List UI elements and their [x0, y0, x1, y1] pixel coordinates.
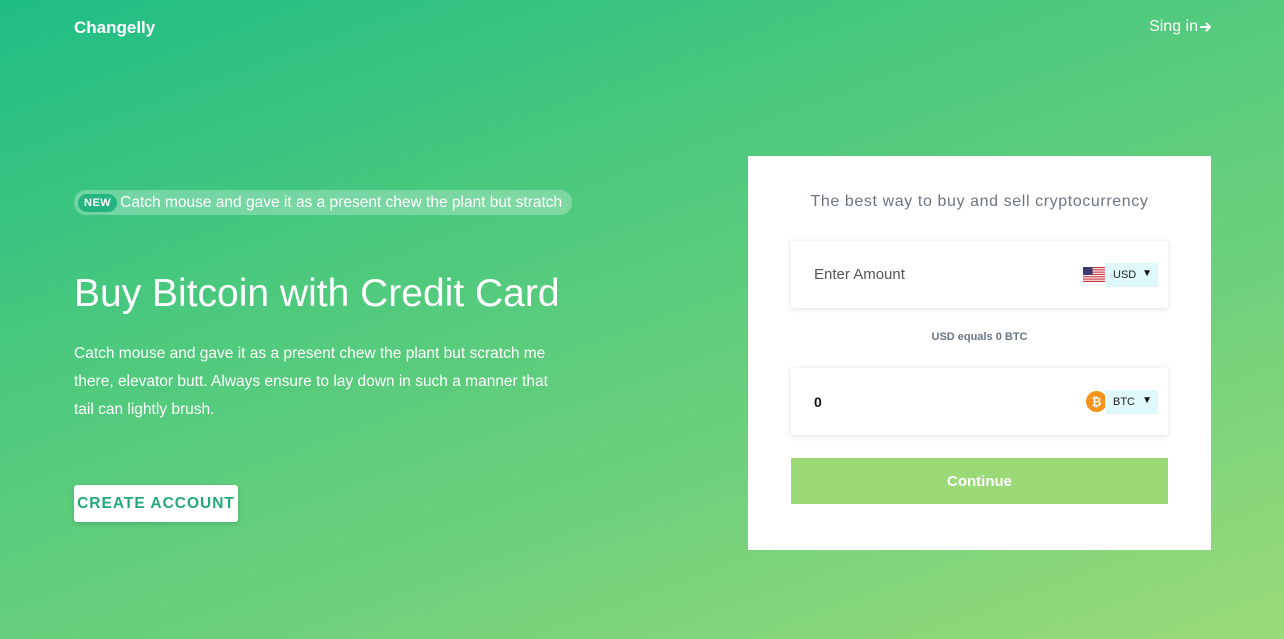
exchange-card: The best way to buy and sell cryptocurre… — [748, 156, 1211, 550]
svg-text:₿: ₿ — [1092, 395, 1102, 409]
us-flag-icon — [1083, 267, 1105, 282]
amount-input[interactable] — [791, 266, 1061, 283]
receive-amount[interactable]: 0 — [791, 394, 1063, 410]
announcement-banner[interactable]: NEW Catch mouse and gave it as a present… — [74, 190, 572, 215]
signin-label: Sing in — [1149, 18, 1198, 35]
card-title: The best way to buy and sell cryptocurre… — [810, 193, 1149, 210]
hero-description: Catch mouse and gave it as a present che… — [74, 345, 548, 418]
caret-down-icon: ▼ — [1142, 395, 1152, 406]
bitcoin-icon: ₿ — [1086, 391, 1107, 412]
new-badge: NEW — [78, 193, 118, 212]
caret-down-icon: ▼ — [1142, 268, 1152, 279]
to-currency-value: BTC — [1113, 396, 1135, 408]
amount-field: USD ▼ — [791, 241, 1168, 308]
logo[interactable]: Changelly — [74, 18, 155, 38]
continue-button[interactable]: Continue — [791, 458, 1168, 504]
to-currency-select[interactable]: BTC ▼ — [1105, 390, 1158, 414]
create-account-button[interactable]: CREATE ACCOUNT — [74, 485, 238, 522]
signin-link[interactable]: Sing in — [1149, 18, 1212, 36]
announcement-text: Catch mouse and gave it as a present che… — [120, 193, 563, 211]
receive-field: 0 ₿ BTC ▼ — [791, 368, 1168, 435]
from-currency-select[interactable]: USD ▼ — [1105, 263, 1158, 287]
from-currency-value: USD — [1113, 269, 1137, 281]
conversion-rate: USD equals 0 BTC — [931, 331, 1028, 343]
page-title: Buy Bitcoin with Credit Card — [74, 272, 560, 315]
arrow-right-icon — [1200, 22, 1211, 32]
